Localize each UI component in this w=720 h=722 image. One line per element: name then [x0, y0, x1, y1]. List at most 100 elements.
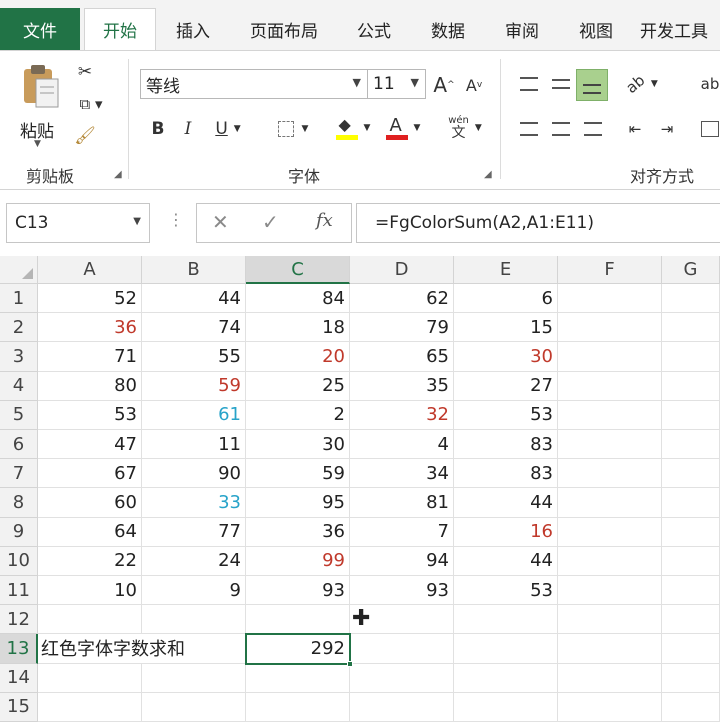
cell-c6[interactable]: 30 [246, 430, 350, 460]
cell-a15[interactable] [38, 692, 142, 722]
cell-e7[interactable]: 83 [454, 459, 558, 489]
enter-check-icon[interactable]: ✓ [262, 210, 279, 234]
cell-a12[interactable] [38, 605, 142, 635]
bold-button[interactable]: B [146, 115, 170, 143]
cell-b14[interactable] [142, 663, 246, 693]
cell-a4[interactable]: 80 [38, 371, 142, 401]
cell-b6[interactable]: 11 [142, 430, 246, 460]
tab-page-layout[interactable]: 页面布局 [236, 8, 332, 50]
cell-f15[interactable] [558, 692, 662, 722]
dialog-launcher-icon[interactable]: ◢ [484, 169, 492, 180]
tab-formulas[interactable]: 公式 [344, 8, 404, 50]
cell-b7[interactable]: 90 [142, 459, 246, 489]
cell-e6[interactable]: 83 [454, 430, 558, 460]
cell-a2[interactable]: 36 [38, 313, 142, 343]
row-header-3[interactable]: 3 [0, 342, 38, 372]
cell-f1[interactable] [558, 284, 662, 314]
cell-b15[interactable] [142, 692, 246, 722]
cell-g1[interactable] [662, 284, 720, 314]
row-header-15[interactable]: 15 [0, 692, 38, 722]
cell-c10[interactable]: 99 [246, 546, 350, 576]
cell-a14[interactable] [38, 663, 142, 693]
row-header-2[interactable]: 2 [0, 313, 38, 343]
cell-c1[interactable]: 84 [246, 284, 350, 314]
cell-f12[interactable] [558, 605, 662, 635]
column-header-a[interactable]: A [38, 256, 142, 284]
cell-g8[interactable] [662, 488, 720, 518]
cell-d8[interactable]: 81 [350, 488, 454, 518]
column-header-f[interactable]: F [558, 256, 662, 284]
row-header-7[interactable]: 7 [0, 459, 38, 489]
cell-c8[interactable]: 95 [246, 488, 350, 518]
cell-a13[interactable]: 红色字体字数求和 [38, 634, 185, 664]
cell-e3[interactable]: 30 [454, 342, 558, 372]
fill-color-button[interactable]: ◆ ▼ [330, 113, 376, 143]
cell-a5[interactable]: 53 [38, 400, 142, 430]
cell-a10[interactable]: 22 [38, 546, 142, 576]
row-header-9[interactable]: 9 [0, 517, 38, 547]
cell-g11[interactable] [662, 576, 720, 606]
cell-c7[interactable]: 59 [246, 459, 350, 489]
borders-button[interactable]: ▼ [270, 115, 316, 143]
column-header-d[interactable]: D [350, 256, 454, 284]
column-header-e[interactable]: E [454, 256, 558, 284]
tab-insert[interactable]: 插入 [160, 8, 226, 50]
cell-d10[interactable]: 94 [350, 546, 454, 576]
cell-a1[interactable]: 52 [38, 284, 142, 314]
cell-b12[interactable] [142, 605, 246, 635]
align-top-button[interactable] [514, 69, 544, 99]
merge-center-button[interactable] [698, 115, 720, 143]
tab-home[interactable]: 开始 [84, 8, 156, 50]
cell-b9[interactable]: 77 [142, 517, 246, 547]
tab-file[interactable]: 文件 [0, 8, 80, 50]
cell-f3[interactable] [558, 342, 662, 372]
row-header-14[interactable]: 14 [0, 663, 38, 693]
cell-g4[interactable] [662, 371, 720, 401]
align-right-button[interactable] [578, 115, 608, 143]
cell-c12[interactable] [246, 605, 350, 635]
cell-e5[interactable]: 53 [454, 400, 558, 430]
cell-c4[interactable]: 25 [246, 371, 350, 401]
column-header-b[interactable]: B [142, 256, 246, 284]
cell-g3[interactable] [662, 342, 720, 372]
cell-e12[interactable] [454, 605, 558, 635]
cell-c3[interactable]: 20 [246, 342, 350, 372]
cell-d2[interactable]: 79 [350, 313, 454, 343]
cell-d11[interactable]: 93 [350, 576, 454, 606]
cell-g2[interactable] [662, 313, 720, 343]
cell-a11[interactable]: 10 [38, 576, 142, 606]
cell-f11[interactable] [558, 576, 662, 606]
cell-d15[interactable] [350, 692, 454, 722]
cell-e4[interactable]: 27 [454, 371, 558, 401]
cell-c11[interactable]: 93 [246, 576, 350, 606]
cell-e11[interactable]: 53 [454, 576, 558, 606]
column-header-c[interactable]: C [246, 256, 350, 284]
shrink-font-button[interactable]: Av [462, 71, 486, 99]
fill-handle[interactable] [347, 660, 353, 667]
cell-e13[interactable] [454, 634, 558, 664]
cell-d5[interactable]: 32 [350, 400, 454, 430]
select-all-button[interactable] [0, 256, 38, 284]
row-header-5[interactable]: 5 [0, 400, 38, 430]
cell-f14[interactable] [558, 663, 662, 693]
cell-g6[interactable] [662, 430, 720, 460]
cell-e14[interactable] [454, 663, 558, 693]
align-left-button[interactable] [514, 115, 544, 143]
cell-b10[interactable]: 24 [142, 546, 246, 576]
cell-f13[interactable] [558, 634, 662, 664]
insert-function-icon[interactable]: fx [316, 210, 333, 231]
row-header-1[interactable]: 1 [0, 284, 38, 314]
underline-button[interactable]: U ▼ [206, 115, 250, 143]
cell-b2[interactable]: 74 [142, 313, 246, 343]
decrease-indent-button[interactable]: ⇤ [620, 115, 650, 143]
cell-f7[interactable] [558, 459, 662, 489]
cell-b5[interactable]: 61 [142, 400, 246, 430]
more-options-icon[interactable]: ⋮ [168, 210, 184, 229]
cell-d14[interactable] [350, 663, 454, 693]
font-color-button[interactable]: A ▼ [380, 113, 426, 143]
dialog-launcher-icon[interactable]: ◢ [114, 169, 122, 180]
row-header-8[interactable]: 8 [0, 488, 38, 518]
cell-c9[interactable]: 36 [246, 517, 350, 547]
cell-f6[interactable] [558, 430, 662, 460]
align-center-button[interactable] [546, 115, 576, 143]
